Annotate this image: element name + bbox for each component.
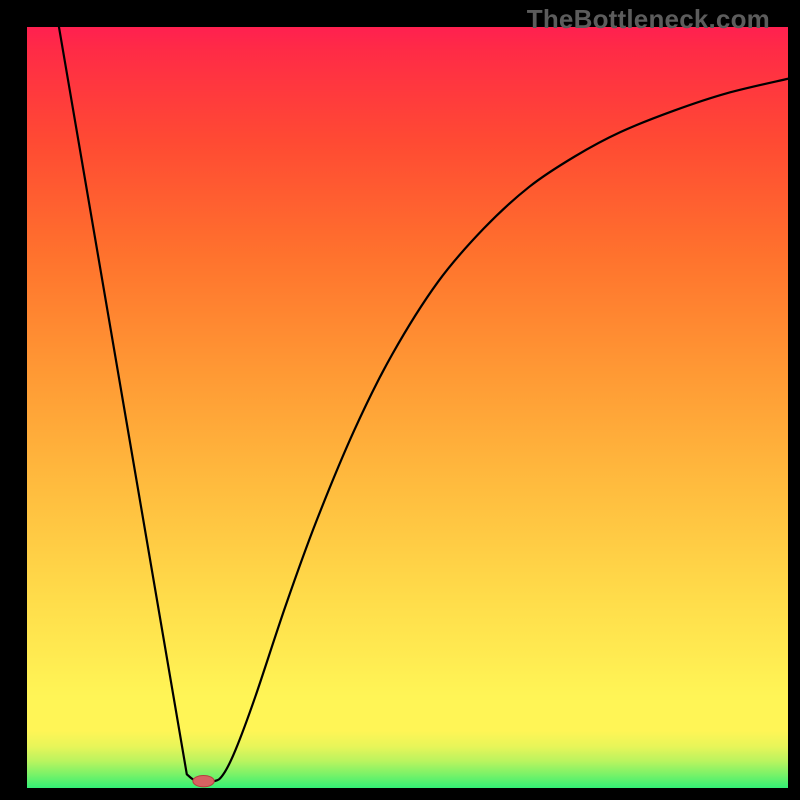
zero-bottleneck-marker	[193, 775, 214, 786]
chart-svg	[0, 0, 800, 800]
watermark-text: TheBottleneck.com	[527, 4, 770, 35]
plot-background	[27, 27, 788, 788]
chart-container: { "watermark": "TheBottleneck.com", "cha…	[0, 0, 800, 800]
